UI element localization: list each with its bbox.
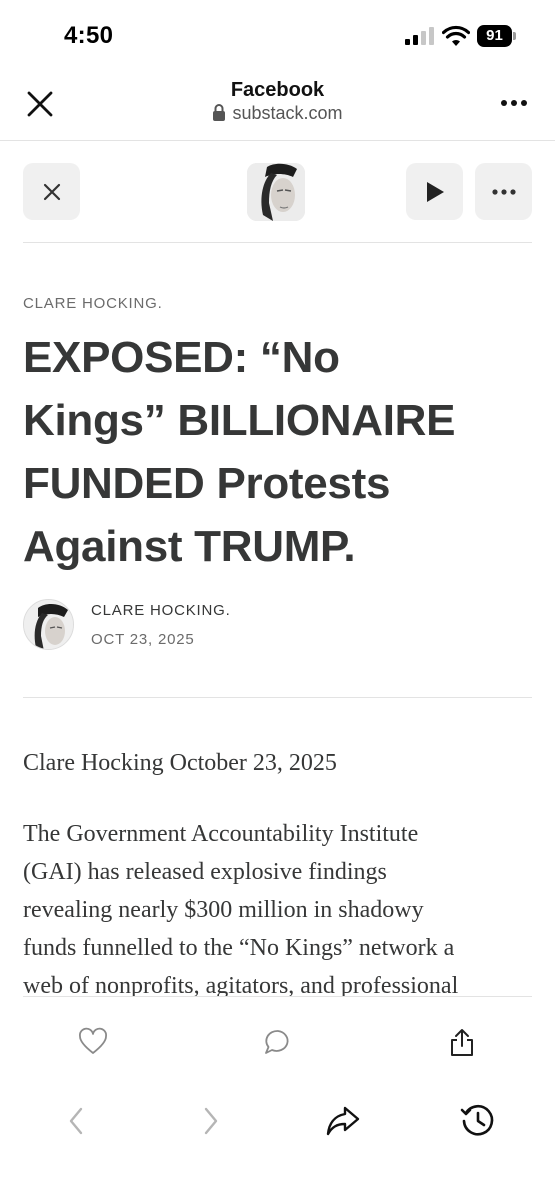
headline-line: Against TRUMP. <box>23 522 356 571</box>
battery-tip <box>513 32 516 40</box>
article-kicker[interactable]: CLARE HOCKING. <box>23 295 163 312</box>
body-line: (GAI) has released explosive findings <box>23 859 387 885</box>
wifi-icon <box>442 25 470 46</box>
history-icon <box>460 1104 494 1136</box>
history-button[interactable] <box>458 1101 498 1141</box>
battery-indicator: 91 <box>477 25 517 47</box>
author-name[interactable]: CLARE HOCKING. <box>91 602 231 619</box>
article-dateline: Clare Hocking October 23, 2025 <box>23 750 337 776</box>
more-icon <box>491 188 516 195</box>
close-article-button[interactable] <box>23 163 80 220</box>
forward-button[interactable] <box>191 1101 231 1141</box>
share-page-button[interactable] <box>323 1101 363 1141</box>
body-line: web of nonprofits, agitators, and profes… <box>23 973 459 996</box>
play-audio-button[interactable] <box>406 163 463 220</box>
browser-header: Facebook substack.com <box>0 70 555 141</box>
browser-title: Facebook <box>230 79 325 101</box>
back-button[interactable] <box>56 1101 96 1141</box>
post-action-bar <box>0 997 555 1087</box>
heart-icon[interactable] <box>78 1027 108 1057</box>
body-line: The Government Accountability Institute <box>23 821 419 847</box>
avatar[interactable] <box>23 599 74 650</box>
author-photo <box>24 600 73 649</box>
article-toolbar <box>0 141 555 243</box>
share-icon[interactable] <box>447 1027 477 1057</box>
publish-date: OCT 23, 2025 <box>91 631 195 648</box>
body-line: revealing nearly $300 million in shadowy <box>23 897 424 923</box>
play-icon <box>426 181 444 202</box>
headline-line: FUNDED Protests <box>23 459 391 508</box>
browser-url-bar[interactable]: substack.com <box>0 103 555 124</box>
chevron-left-icon <box>69 1107 83 1135</box>
battery-level: 91 <box>477 25 512 47</box>
divider <box>23 697 532 698</box>
author-photo <box>247 163 305 221</box>
more-icon[interactable] <box>496 88 532 118</box>
divider <box>23 242 532 243</box>
close-icon <box>43 183 60 200</box>
body-line: funds funnelled to the “No Kings” networ… <box>23 935 455 961</box>
headline-line: Kings” BILLIONAIRE <box>23 396 456 445</box>
headline-line: EXPOSED: “No <box>23 333 340 382</box>
status-time: 4:50 <box>64 22 114 49</box>
forward-share-icon <box>326 1106 360 1136</box>
browser-url-text: substack.com <box>232 103 343 123</box>
lock-icon <box>213 104 226 121</box>
article-headline: EXPOSED: “No Kings” BILLIONAIRE FUNDED P… <box>23 326 535 578</box>
chevron-right-icon <box>204 1107 218 1135</box>
status-bar: 4:50 91 <box>0 0 555 70</box>
more-options-button[interactable] <box>475 163 532 220</box>
publication-avatar[interactable] <box>247 163 305 221</box>
browser-bottom-bar <box>0 1087 555 1200</box>
comment-icon[interactable] <box>263 1027 293 1057</box>
cellular-signal-icon <box>405 27 434 45</box>
article-body: The Government Accountability Institute … <box>23 815 543 996</box>
article-body-viewport: The Government Accountability Institute … <box>0 813 555 996</box>
